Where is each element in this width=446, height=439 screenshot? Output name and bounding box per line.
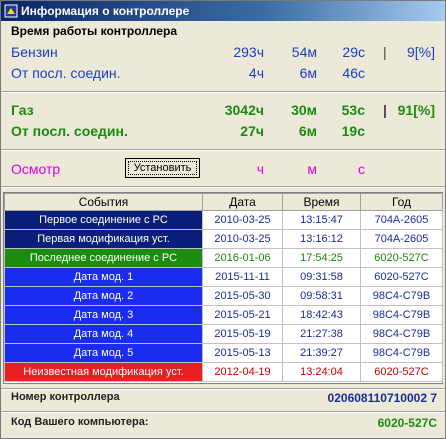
divider <box>1 388 445 390</box>
inspection-hours: ч <box>256 161 264 177</box>
inspection-label: Осмотр <box>11 161 61 177</box>
header-events[interactable]: События <box>4 193 203 211</box>
time-cell: 18:42:43 <box>282 305 361 325</box>
code-cell: 98C4-C79B <box>360 305 443 325</box>
table-row[interactable]: Дата мод. 1 2015-11-11 09:31:58 6020-527C <box>4 267 443 287</box>
code-cell: 6020-527C <box>360 248 443 268</box>
divider <box>1 411 445 413</box>
event-cell: Дата мод. 3 <box>4 305 203 325</box>
petrol-label: Бензин <box>11 44 58 60</box>
table-row[interactable]: Дата мод. 4 2015-05-19 21:27:38 98C4-C79B <box>4 324 443 344</box>
controller-info-window: Информация о контроллере Время работы ко… <box>0 0 446 439</box>
inspection-row: Осмотр ч м с <box>1 161 445 181</box>
event-cell: Первое соединение с PC <box>4 210 203 230</box>
petrol-percent: 9[%] <box>406 44 435 60</box>
time-cell: 21:27:38 <box>282 324 361 344</box>
code-cell: 98C4-C79B <box>360 343 443 363</box>
petrol-since-last-row: От посл. соедин. 4ч 6м 46с <box>1 65 445 85</box>
petrol-since-last-seconds: 46с <box>342 65 365 81</box>
event-cell: Последнее соединение с PC <box>4 248 203 268</box>
gas-minutes: 30м <box>291 102 317 118</box>
gas-since-last-minutes: 6м <box>298 123 317 139</box>
header-time[interactable]: Время <box>282 193 361 211</box>
petrol-seconds: 29с <box>342 44 365 60</box>
divider <box>1 91 445 93</box>
time-cell: 17:54:25 <box>282 248 361 268</box>
date-cell: 2015-05-30 <box>202 286 283 306</box>
gas-since-last-label: От посл. соедин. <box>11 123 128 139</box>
date-cell: 2012-04-19 <box>202 362 283 382</box>
controller-number-label: Номер контроллера <box>11 391 120 403</box>
set-inspection-button[interactable]: Установить <box>125 158 200 178</box>
petrol-row: Бензин 293ч 54м 29с | 9[%] <box>1 44 445 64</box>
pc-code-row: Код Вашего компьютера: 6020-527C <box>1 416 445 434</box>
runtime-header: Время работы контроллера <box>11 24 178 38</box>
gas-hours: 3042ч <box>224 102 264 118</box>
date-cell: 2015-05-21 <box>202 305 283 325</box>
pc-code-label: Код Вашего компьютера: <box>11 416 149 428</box>
date-cell: 2015-11-11 <box>202 267 283 287</box>
event-cell: Дата мод. 1 <box>4 267 203 287</box>
time-cell: 09:31:58 <box>282 267 361 287</box>
date-cell: 2016-01-06 <box>202 248 283 268</box>
petrol-since-last-hours: 4ч <box>248 65 264 81</box>
time-cell: 13:15:47 <box>282 210 361 230</box>
petrol-separator: | <box>383 44 387 60</box>
table-row[interactable]: Последнее соединение с PC 2016-01-06 17:54… <box>4 248 443 268</box>
inspection-seconds: с <box>358 161 365 177</box>
code-cell: 704A-2605 <box>360 229 443 249</box>
date-cell: 2015-05-13 <box>202 343 283 363</box>
events-table: События Дата Время Год Первое соединение… <box>4 193 443 382</box>
title-bar[interactable]: Информация о контроллере <box>1 1 445 21</box>
petrol-minutes: 54м <box>291 44 317 60</box>
gas-label: Газ <box>11 102 34 118</box>
controller-number-row: Номер контроллера 020608110710002 7 <box>1 391 445 409</box>
gas-percent: 91[%] <box>397 102 435 118</box>
code-cell: 6020-527C <box>360 267 443 287</box>
table-row[interactable]: Неизвестная модификация уст. 2012-04-19 13… <box>4 362 443 382</box>
event-cell: Неизвестная модификация уст. <box>4 362 203 382</box>
gas-since-last-seconds: 19с <box>341 123 365 139</box>
petrol-since-last-label: От посл. соедин. <box>11 65 121 81</box>
petrol-hours: 293ч <box>233 44 264 60</box>
time-cell: 21:39:27 <box>282 343 361 363</box>
table-header-row: События Дата Время Год <box>4 193 443 211</box>
controller-number-value: 020608110710002 7 <box>327 391 437 405</box>
gas-row: Газ 3042ч 30м 53с | 91[%] <box>1 102 445 122</box>
gas-seconds: 53с <box>341 102 365 118</box>
divider <box>1 149 445 151</box>
event-cell: Дата мод. 2 <box>4 286 203 306</box>
event-cell: Первая модификация уст. <box>4 229 203 249</box>
code-cell: 704A-2605 <box>360 210 443 230</box>
code-cell: 98C4-C79B <box>360 324 443 344</box>
event-cell: Дата мод. 5 <box>4 343 203 363</box>
event-cell: Дата мод. 4 <box>4 324 203 344</box>
date-cell: 2010-03-25 <box>202 210 283 230</box>
code-cell: 98C4-C79B <box>360 286 443 306</box>
gas-since-last-row: От посл. соедин. 27ч 6м 19с <box>1 123 445 143</box>
gas-separator: | <box>383 102 387 118</box>
petrol-since-last-minutes: 6м <box>299 65 317 81</box>
events-table-body: Первое соединение с PC 2010-03-25 13:15:47… <box>4 210 443 382</box>
controller-app-icon <box>4 4 18 18</box>
code-cell: 6020-527C <box>360 362 443 382</box>
time-cell: 09:58:31 <box>282 286 361 306</box>
table-row[interactable]: Первая модификация уст. 2010-03-25 13:16:1… <box>4 229 443 249</box>
date-cell: 2015-05-19 <box>202 324 283 344</box>
inspection-minutes: м <box>307 161 317 177</box>
time-cell: 13:16:12 <box>282 229 361 249</box>
events-table-container: События Дата Время Год Первое соединение… <box>3 192 443 384</box>
gas-since-last-hours: 27ч <box>240 123 264 139</box>
header-date[interactable]: Дата <box>202 193 283 211</box>
table-row[interactable]: Дата мод. 5 2015-05-13 21:39:27 98C4-C79B <box>4 343 443 363</box>
header-year[interactable]: Год <box>360 193 443 211</box>
divider <box>1 186 445 188</box>
time-cell: 13:24:04 <box>282 362 361 382</box>
table-row[interactable]: Первое соединение с PC 2010-03-25 13:15:47… <box>4 210 443 230</box>
pc-code-value: 6020-527C <box>377 416 437 430</box>
date-cell: 2010-03-25 <box>202 229 283 249</box>
table-row[interactable]: Дата мод. 3 2015-05-21 18:42:43 98C4-C79B <box>4 305 443 325</box>
window-title: Информация о контроллере <box>21 4 190 18</box>
table-row[interactable]: Дата мод. 2 2015-05-30 09:58:31 98C4-C79B <box>4 286 443 306</box>
